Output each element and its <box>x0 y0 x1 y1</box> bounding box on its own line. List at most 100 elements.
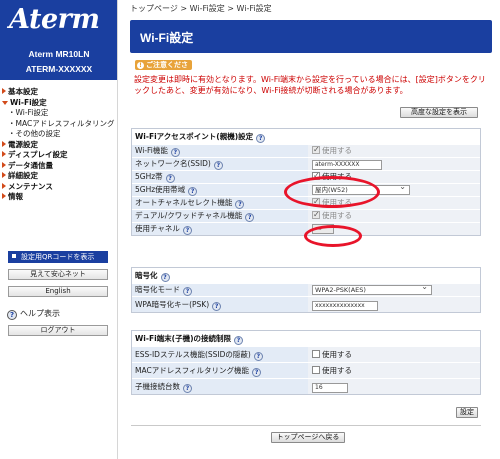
help-icon[interactable]: ? <box>235 200 245 209</box>
row-wifi-function: Wi-Fi機能? 使用する <box>132 144 480 157</box>
page-title: Wi-Fi設定 <box>140 31 194 45</box>
help-icon[interactable]: ? <box>170 148 180 157</box>
wifi-function-label: Wi-Fi機能 <box>135 146 168 155</box>
expand-right-icon <box>2 140 6 147</box>
back-to-top-button[interactable]: トップページへ戻る <box>271 432 345 443</box>
sidebar-item-label: 情報 <box>8 192 23 201</box>
title-bar: Wi-Fi設定 <box>130 20 492 53</box>
row-5ghz-band: 5GHz使用帯域? 屋内(W52) <box>132 183 480 196</box>
sidebar-subitem-2[interactable]: Wi-Fi設定 <box>2 108 116 119</box>
help-icon[interactable]: ? <box>234 336 244 345</box>
sidebar-item-label: MACアドレスフィルタリング <box>15 118 115 128</box>
client-count-input[interactable]: 16 <box>312 383 348 393</box>
expand-right-icon <box>2 172 6 178</box>
sidebar-subitem-3[interactable]: MACアドレスフィルタリング <box>2 119 116 130</box>
stealth-label: ESS-IDステルス機能(SSIDの隠蔽) <box>135 350 251 359</box>
mieru-anshin-button[interactable]: 見えて安心ネット <box>8 269 108 280</box>
row-5ghz: 5GHz帯? 使用する <box>132 170 480 183</box>
device-name: ATERM-XXXXXX <box>25 64 93 74</box>
row-ssid: ネットワーク名(SSID)? aterm-XXXXXX <box>132 157 480 170</box>
connection-limit-panel: Wi-Fi端末(子機)の接続制限? ESS-IDステルス機能(SSIDの隠蔽)?… <box>131 330 481 395</box>
sidebar-section-9[interactable]: メンテナンス <box>2 182 116 193</box>
sidebar-section-0[interactable]: 基本設定 <box>2 87 116 98</box>
sidebar-item-label: Wi-Fi設定 <box>15 108 49 117</box>
advanced-settings-button[interactable]: 高度な設定を表示 <box>400 107 478 118</box>
help-icon[interactable]: ? <box>165 174 175 183</box>
sidebar-item-label: その他の設定 <box>15 129 61 138</box>
info-icon: ! <box>137 62 144 69</box>
expand-right-icon <box>2 151 6 157</box>
channel-label: 使用チャネル <box>135 224 180 233</box>
wifi-function-checkbox[interactable] <box>312 144 320 156</box>
help-link[interactable]: ? ヘルプ表示 <box>4 308 60 320</box>
qr-code-button[interactable]: 設定用QRコードを表示 <box>8 251 108 263</box>
qr-code-icon <box>10 252 18 260</box>
notice-text: 設定変更は即時に有効となります。Wi-Fi端末から設定を行っている場合には、[設… <box>134 75 486 95</box>
sidebar-section-10[interactable]: 情報 <box>2 192 116 203</box>
ap-settings-panel: Wi-Fiアクセスポイント(親機)設定? Wi-Fi機能? 使用する ネットワー… <box>131 128 481 236</box>
help-icon[interactable]: ? <box>183 384 192 393</box>
sidebar-subitem-4[interactable]: その他の設定 <box>2 129 116 140</box>
connection-limit-header: Wi-Fi端末(子機)の接続制限? <box>132 331 480 346</box>
help-icon[interactable]: ? <box>245 213 255 222</box>
notice-badge: ! ご注意ください <box>135 60 192 79</box>
help-icon[interactable]: ? <box>188 187 198 196</box>
channel-select[interactable]: — <box>312 222 334 234</box>
help-icon: ? <box>7 310 17 320</box>
sidebar-item-label: Wi-Fi設定 <box>10 97 47 107</box>
sidebar-section-8[interactable]: 詳細設定 <box>2 171 116 182</box>
5ghz-value: 使用する <box>322 172 352 181</box>
dual-channel-value: 使用する <box>322 211 352 220</box>
row-channel: 使用チャネル? — <box>132 222 480 235</box>
sidebar-item-label: データ通信量 <box>8 160 53 170</box>
help-icon[interactable]: ? <box>183 287 192 296</box>
sidebar-section-7[interactable]: データ通信量 <box>2 161 116 172</box>
english-button[interactable]: English <box>8 286 108 297</box>
divider <box>131 425 481 426</box>
set-button[interactable]: 設定 <box>456 407 478 418</box>
help-icon[interactable]: ? <box>253 352 263 361</box>
help-icon[interactable]: ? <box>252 368 262 377</box>
encryption-mode-label: 暗号化モード <box>135 285 180 294</box>
help-label: ヘルプ表示 <box>20 309 60 318</box>
logout-button[interactable]: ログアウト <box>8 325 108 336</box>
row-encryption-mode: 暗号化モード? WPA2-PSK(AES) <box>132 283 480 296</box>
aterm-logo: Aterm <box>9 4 100 35</box>
help-icon[interactable]: ? <box>213 161 223 170</box>
sidebar-section-1[interactable]: Wi-Fi設定 <box>2 98 116 109</box>
encryption-header: 暗号化? <box>132 268 480 283</box>
stealth-checkbox[interactable] <box>312 350 320 358</box>
wpa-key-input[interactable]: xxxxxxxxxxxxxx <box>312 301 378 311</box>
sidebar-section-6[interactable]: ディスプレイ設定 <box>2 150 116 161</box>
model-name: Aterm MR10LN <box>28 49 90 59</box>
sidebar-section-5[interactable]: 電源設定 <box>2 140 116 151</box>
mac-filter-checkbox[interactable] <box>312 366 320 374</box>
row-client-count: 子機接続台数? 16 <box>132 378 480 394</box>
dual-channel-checkbox[interactable] <box>312 209 320 221</box>
encryption-title: 暗号化 <box>135 271 158 280</box>
connection-limit-title: Wi-Fi端末(子機)の接続制限 <box>135 334 232 343</box>
5ghz-band-label: 5GHz使用帯域 <box>135 185 186 194</box>
5ghz-checkbox[interactable] <box>312 170 320 182</box>
expand-right-icon <box>2 161 6 168</box>
auto-channel-value: 使用する <box>322 198 352 207</box>
encryption-mode-select[interactable]: WPA2-PSK(AES) <box>312 283 432 295</box>
breadcrumb: トップページ > Wi-Fi設定 > Wi-Fi設定 <box>130 4 272 13</box>
help-icon[interactable]: ? <box>256 134 266 143</box>
auto-channel-label: オートチャネルセレクト機能 <box>135 198 233 207</box>
auto-channel-checkbox[interactable] <box>312 196 320 208</box>
row-mac-filter: MACアドレスフィルタリング機能? 使用する <box>132 362 480 378</box>
sidebar-item-label: ディスプレイ設定 <box>8 150 68 159</box>
expand-right-icon <box>2 88 6 94</box>
ssid-label: ネットワーク名(SSID) <box>135 159 211 168</box>
row-wpa-key: WPA暗号化キー(PSK)? xxxxxxxxxxxxxx <box>132 296 480 312</box>
help-icon[interactable]: ? <box>182 226 192 235</box>
ssid-input[interactable]: aterm-XXXXXX <box>312 160 382 170</box>
wifi-function-value: 使用する <box>322 146 352 155</box>
5ghz-band-select[interactable]: 屋内(W52) <box>312 183 410 195</box>
help-icon[interactable]: ? <box>212 302 222 311</box>
encryption-panel: 暗号化? 暗号化モード? WPA2-PSK(AES) WPA暗号化キー(PSK)… <box>131 267 481 313</box>
mac-filter-value: 使用する <box>322 366 352 375</box>
sidebar-item-label: 電源設定 <box>8 139 38 149</box>
help-icon[interactable]: ? <box>160 273 170 282</box>
